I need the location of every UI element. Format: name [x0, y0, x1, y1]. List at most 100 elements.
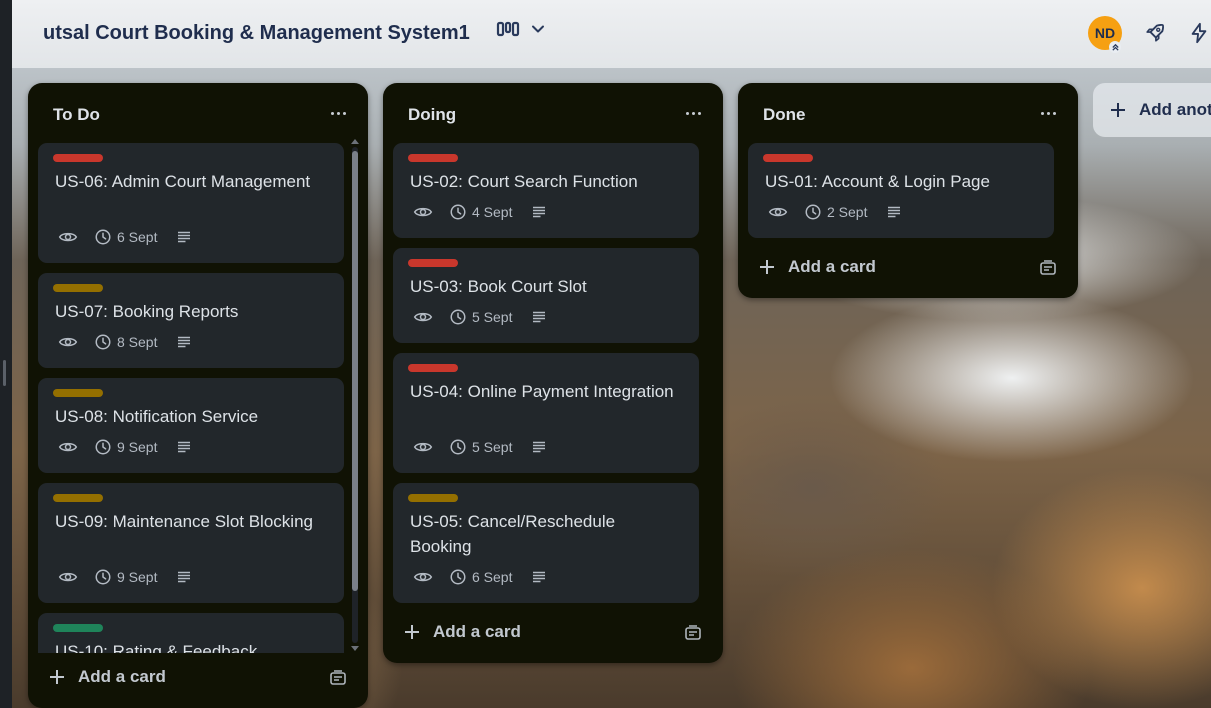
- card[interactable]: US-01: Account & Login Page 2 Sept: [748, 143, 1054, 238]
- card[interactable]: US-10: Rating & Feedback: [38, 613, 344, 653]
- resize-handle[interactable]: [3, 360, 6, 386]
- eye-icon: [58, 232, 78, 242]
- card-label[interactable]: [53, 154, 103, 162]
- clock-icon: [450, 569, 466, 585]
- card[interactable]: US-07: Booking Reports 8 Sept: [38, 273, 344, 368]
- view-switcher[interactable]: [496, 20, 546, 38]
- card[interactable]: US-08: Notification Service 9 Sept: [38, 378, 344, 473]
- card[interactable]: US-04: Online Payment Integration 5 Sept: [393, 353, 699, 473]
- due-date: 5 Sept: [472, 439, 513, 455]
- eye-icon: [413, 207, 433, 217]
- add-card-button[interactable]: Add a card: [758, 257, 876, 277]
- card-template-icon[interactable]: [683, 623, 703, 643]
- card-label[interactable]: [408, 494, 458, 502]
- plus-icon: [50, 670, 64, 684]
- clock-icon: [450, 204, 466, 220]
- list-scrollbar[interactable]: [350, 137, 360, 653]
- card-label[interactable]: [408, 154, 458, 162]
- plus-icon: [1111, 103, 1125, 117]
- due-date-badge[interactable]: 6 Sept: [94, 228, 157, 246]
- eye-icon: [413, 572, 433, 582]
- card-label[interactable]: [53, 284, 103, 292]
- description-icon: [533, 441, 546, 453]
- scroll-up-icon[interactable]: [350, 137, 360, 145]
- automation-icon[interactable]: [1188, 22, 1210, 44]
- due-date-badge[interactable]: 5 Sept: [449, 438, 512, 456]
- avatar[interactable]: ND: [1088, 16, 1122, 53]
- list-doing: Doing US-02: Court Search Function 4 Sep…: [383, 83, 723, 663]
- card-label[interactable]: [53, 624, 103, 632]
- due-date: 9 Sept: [117, 439, 158, 455]
- list-title[interactable]: Doing: [408, 105, 456, 125]
- card-label[interactable]: [53, 494, 103, 502]
- card-template-icon[interactable]: [328, 668, 348, 688]
- add-card-button[interactable]: Add a card: [48, 667, 166, 687]
- description-icon: [533, 311, 546, 323]
- card-label[interactable]: [408, 364, 458, 372]
- add-list-button[interactable]: Add anot: [1093, 83, 1211, 137]
- power-ups-icon[interactable]: [1144, 22, 1166, 44]
- card-label[interactable]: [763, 154, 813, 162]
- card-badges: 8 Sept: [58, 332, 193, 352]
- due-date: 2 Sept: [827, 204, 868, 220]
- description-icon: [178, 571, 191, 583]
- list-title[interactable]: Done: [763, 105, 806, 125]
- eye-icon: [58, 572, 78, 582]
- card-title: US-04: Online Payment Integration: [410, 382, 674, 401]
- card-list: US-06: Admin Court Management 6 Sept US-…: [38, 143, 344, 653]
- card-badges: 5 Sept: [413, 437, 548, 457]
- due-date-badge[interactable]: 5 Sept: [449, 308, 512, 326]
- description-icon: [178, 231, 191, 243]
- card[interactable]: US-02: Court Search Function 4 Sept: [393, 143, 699, 238]
- due-date: 6 Sept: [117, 229, 158, 245]
- add-card-label: Add a card: [78, 667, 166, 686]
- card-label[interactable]: [53, 389, 103, 397]
- card[interactable]: US-05: Cancel/Reschedule Booking 6 Sept: [393, 483, 699, 603]
- eye-icon: [413, 442, 433, 452]
- due-date-badge[interactable]: 9 Sept: [94, 568, 157, 586]
- card-template-icon[interactable]: [1038, 258, 1058, 278]
- card-title: US-02: Court Search Function: [410, 172, 638, 191]
- list-menu-icon[interactable]: [683, 103, 703, 123]
- card[interactable]: US-03: Book Court Slot 5 Sept: [393, 248, 699, 343]
- plus-icon: [760, 260, 774, 274]
- clock-icon: [95, 334, 111, 350]
- due-date: 5 Sept: [472, 309, 513, 325]
- scroll-down-icon[interactable]: [350, 645, 360, 653]
- due-date-badge[interactable]: 4 Sept: [449, 203, 512, 221]
- due-date: 4 Sept: [472, 204, 513, 220]
- card-badges: 9 Sept: [58, 437, 193, 457]
- list-done: Done US-01: Account & Login Page 2 Sept …: [738, 83, 1078, 298]
- eye-icon: [58, 442, 78, 452]
- avatar-initials: ND: [1094, 25, 1116, 41]
- card[interactable]: US-06: Admin Court Management 6 Sept: [38, 143, 344, 263]
- clock-icon: [805, 204, 821, 220]
- card-title: US-06: Admin Court Management: [55, 172, 311, 191]
- list-menu-icon[interactable]: [328, 103, 348, 123]
- list-title[interactable]: To Do: [53, 105, 100, 125]
- card-label[interactable]: [408, 259, 458, 267]
- scroll-thumb[interactable]: [352, 151, 358, 591]
- eye-icon: [413, 312, 433, 322]
- card-badges: 6 Sept: [58, 227, 193, 247]
- description-icon: [178, 441, 191, 453]
- due-date-badge[interactable]: 2 Sept: [804, 203, 867, 221]
- list-menu-icon[interactable]: [1038, 103, 1058, 123]
- card[interactable]: US-09: Maintenance Slot Blocking 9 Sept: [38, 483, 344, 603]
- due-date-badge[interactable]: 8 Sept: [94, 333, 157, 351]
- add-card-label: Add a card: [433, 622, 521, 641]
- card-title: US-08: Notification Service: [55, 407, 259, 426]
- plus-icon: [405, 625, 419, 639]
- card-title: US-03: Book Court Slot: [410, 277, 587, 296]
- due-date-badge[interactable]: 9 Sept: [94, 438, 157, 456]
- clock-icon: [450, 439, 466, 455]
- add-card-button[interactable]: Add a card: [403, 622, 521, 642]
- admin-badge-icon: [1109, 41, 1121, 53]
- add-list-label: Add anot: [1139, 100, 1211, 119]
- card-title: US-07: Booking Reports: [55, 302, 239, 321]
- eye-icon: [768, 207, 788, 217]
- description-icon: [888, 206, 901, 218]
- due-date-badge[interactable]: 6 Sept: [449, 568, 512, 586]
- card-title: US-09: Maintenance Slot Blocking: [55, 512, 313, 531]
- board-title[interactable]: utsal Court Booking & Management System1: [43, 22, 470, 45]
